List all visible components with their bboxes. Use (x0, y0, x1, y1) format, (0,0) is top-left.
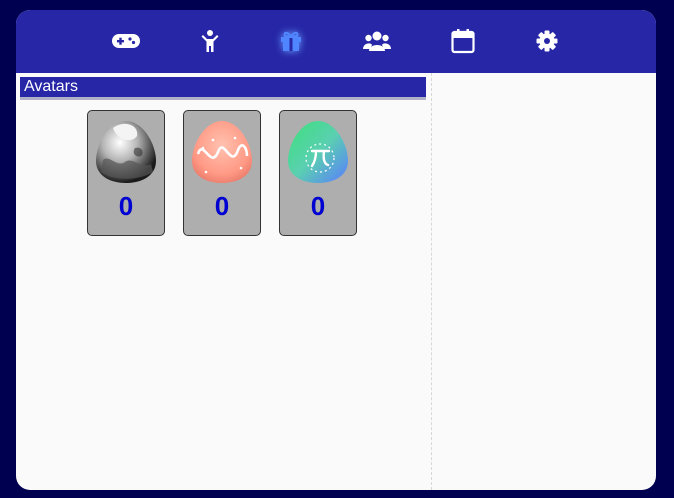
avatar-card-peach[interactable]: 0 (183, 110, 261, 236)
avatar-count: 0 (118, 191, 134, 221)
avatar-card-pi[interactable]: 0 (279, 110, 357, 236)
person-icon (201, 30, 219, 52)
avatars-panel: Avatars 0 0 0 (16, 73, 432, 490)
peach-egg-icon (192, 121, 252, 183)
gear-icon (536, 30, 558, 52)
detail-panel (432, 73, 656, 490)
tab-friends[interactable] (361, 26, 393, 56)
tab-settings[interactable] (531, 26, 563, 56)
pi-egg-icon (288, 121, 348, 183)
gift-icon (281, 31, 301, 51)
app-window: Avatars 0 0 0 (16, 10, 656, 490)
tab-calendar[interactable] (447, 26, 479, 56)
tab-profile[interactable] (194, 26, 226, 56)
gray-egg-icon (96, 121, 156, 183)
avatar-count: 0 (310, 191, 326, 221)
avatar-count: 0 (214, 191, 230, 221)
tab-games[interactable] (110, 26, 142, 56)
users-icon (363, 31, 391, 51)
avatar-card-gray[interactable]: 0 (87, 110, 165, 236)
section-title: Avatars (20, 77, 426, 100)
tab-rewards[interactable] (275, 26, 307, 56)
calendar-icon (451, 29, 475, 54)
top-nav-bar (16, 10, 656, 73)
gamepad-icon (112, 34, 140, 48)
